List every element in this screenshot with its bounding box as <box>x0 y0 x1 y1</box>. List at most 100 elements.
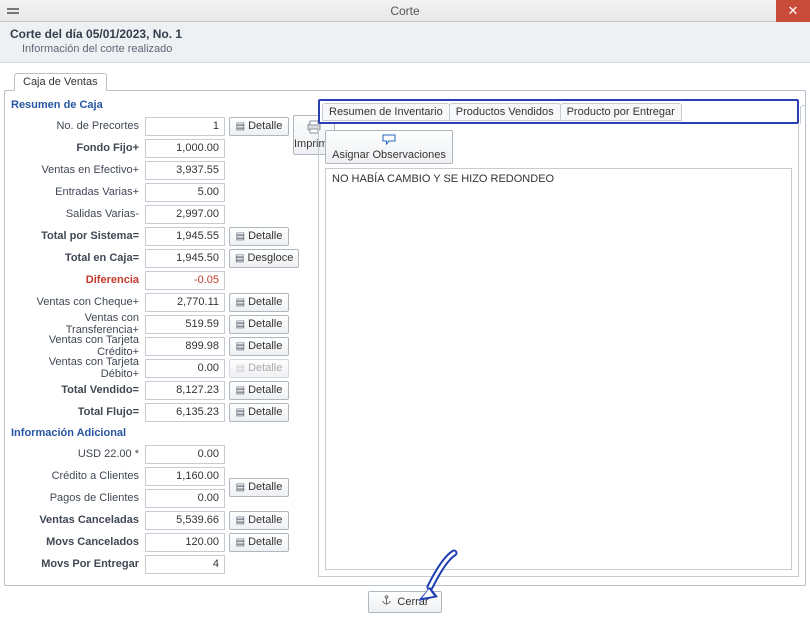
input-entradas-varias[interactable] <box>145 183 225 202</box>
detail-icon: ▤ <box>236 385 245 396</box>
cerrar-button[interactable]: Cerrar <box>368 591 441 613</box>
tab-resumen-inventario[interactable]: Resumen de Inventario <box>322 103 450 121</box>
label-total-caja: Total en Caja= <box>11 252 145 264</box>
section-resumen-caja: Resumen de Caja <box>11 99 306 111</box>
input-movs-entregar[interactable] <box>145 555 225 574</box>
row-tarjeta-debito: Ventas con Tarjeta Débito+ ▤Detalle <box>11 357 306 379</box>
label-pagos-clientes: Pagos de Clientes <box>11 492 145 504</box>
system-menu-icon <box>6 4 20 18</box>
input-total-caja[interactable] <box>145 249 225 268</box>
btn-label: Asignar Observaciones <box>332 149 446 161</box>
detalle-precortes-button[interactable]: ▤ Detalle <box>229 117 289 136</box>
row-ventas-efectivo: Ventas en Efectivo+ <box>11 159 306 181</box>
label-movs-entregar: Movs Por Entregar <box>11 558 145 570</box>
detail-icon: ▤ <box>236 482 245 493</box>
input-total-flujo[interactable] <box>145 403 225 422</box>
input-ventas-transfer[interactable] <box>145 315 225 334</box>
window-titlebar: Corte ✕ <box>0 0 810 22</box>
close-icon: ✕ <box>788 3 799 19</box>
label-ventas-transfer: Ventas con Transferencia+ <box>11 312 145 336</box>
btn-label: Detalle <box>248 384 282 396</box>
header-band: Corte del día 05/01/2023, No. 1 Informac… <box>0 22 810 63</box>
detalle-transfer-button[interactable]: ▤Detalle <box>229 315 289 334</box>
left-column: Resumen de Caja No. de Precortes ▤ Detal… <box>11 99 306 577</box>
input-ventas-canceladas[interactable] <box>145 511 225 530</box>
page-title: Corte del día 05/01/2023, No. 1 <box>10 27 800 41</box>
label-usd: USD 22.00 * <box>11 448 145 460</box>
speech-bubble-icon <box>382 134 396 148</box>
input-credito-clientes[interactable] <box>145 467 225 486</box>
detalle-movs-cancelados-button[interactable]: ▤Detalle <box>229 533 289 552</box>
label-ventas-cheque: Ventas con Cheque+ <box>11 296 145 308</box>
detail-icon: ▤ <box>236 341 245 352</box>
btn-label: Detalle <box>248 536 282 548</box>
input-tarjeta-credito[interactable] <box>145 337 225 356</box>
row-pagos-clientes: Pagos de Clientes <box>11 487 225 509</box>
label-tarjeta-credito: Ventas con Tarjeta Crédito+ <box>11 334 145 358</box>
asignar-observaciones-button[interactable]: Asignar Observaciones <box>325 130 453 164</box>
label-ventas-efectivo: Ventas en Efectivo+ <box>11 164 145 176</box>
row-entradas-varias: Entradas Varias+ <box>11 181 306 203</box>
row-total-vendido: Total Vendido= ▤Detalle <box>11 379 306 401</box>
label-ventas-canceladas: Ventas Canceladas <box>11 514 145 526</box>
input-usd[interactable] <box>145 445 225 464</box>
input-total-sistema[interactable] <box>145 227 225 246</box>
btn-label: Detalle <box>248 514 282 526</box>
row-usd: USD 22.00 * <box>11 443 306 465</box>
detail-icon: ▤ <box>236 363 245 374</box>
detalle-total-vendido-button[interactable]: ▤Detalle <box>229 381 289 400</box>
row-total-caja: Total en Caja= ▤Desgloce <box>11 247 306 269</box>
label-precortes: No. de Precortes <box>11 120 145 132</box>
row-total-sistema: Total por Sistema= ▤Detalle <box>11 225 306 247</box>
detail-icon: ▤ <box>235 253 244 264</box>
btn-label: Desgloce <box>247 252 293 264</box>
input-diferencia[interactable] <box>145 271 225 290</box>
tab-observaciones[interactable]: Observaciones <box>800 105 806 124</box>
detalle-cheque-button[interactable]: ▤Detalle <box>229 293 289 312</box>
main-tabs: Caja de Ventas <box>4 71 806 91</box>
input-fondo-fijo[interactable] <box>145 139 225 158</box>
input-tarjeta-debito[interactable] <box>145 359 225 378</box>
btn-label: Detalle <box>248 318 282 330</box>
observaciones-textarea[interactable] <box>325 168 792 570</box>
detail-icon: ▤ <box>236 537 245 548</box>
btn-label: Cerrar <box>397 596 428 608</box>
input-precortes[interactable] <box>145 117 225 136</box>
label-total-vendido: Total Vendido= <box>11 384 145 396</box>
input-ventas-cheque[interactable] <box>145 293 225 312</box>
right-tabs-highlight: Resumen de Inventario Productos Vendidos… <box>318 99 799 124</box>
btn-label: Detalle <box>248 120 282 132</box>
desgloce-button[interactable]: ▤Desgloce <box>229 249 299 268</box>
tab-productos-vendidos[interactable]: Productos Vendidos <box>449 103 561 121</box>
row-ventas-cheque: Ventas con Cheque+ ▤Detalle <box>11 291 306 313</box>
btn-label: Detalle <box>248 230 282 242</box>
row-diferencia: Diferencia <box>11 269 306 291</box>
label-total-sistema: Total por Sistema= <box>11 230 145 242</box>
detalle-total-sistema-button[interactable]: ▤Detalle <box>229 227 289 246</box>
tab-caja-ventas[interactable]: Caja de Ventas <box>14 73 107 91</box>
label-fondo-fijo: Fondo Fijo+ <box>11 142 145 154</box>
detalle-tcredito-button[interactable]: ▤Detalle <box>229 337 289 356</box>
input-movs-cancelados[interactable] <box>145 533 225 552</box>
section-info-adicional: Información Adicional <box>11 427 306 439</box>
detalle-ventas-canceladas-button[interactable]: ▤Detalle <box>229 511 289 530</box>
row-precortes: No. de Precortes ▤ Detalle <box>11 115 289 137</box>
row-ventas-canceladas: Ventas Canceladas ▤Detalle <box>11 509 306 531</box>
btn-label: Detalle <box>248 340 282 352</box>
input-ventas-efectivo[interactable] <box>145 161 225 180</box>
input-salidas-varias[interactable] <box>145 205 225 224</box>
detalle-total-flujo-button[interactable]: ▤Detalle <box>229 403 289 422</box>
detalle-clientes-button[interactable]: ▤ Detalle <box>229 478 289 497</box>
input-total-vendido[interactable] <box>145 381 225 400</box>
tab-producto-entregar[interactable]: Producto por Entregar <box>560 103 682 121</box>
input-pagos-clientes[interactable] <box>145 489 225 508</box>
row-movs-cancelados: Movs Cancelados ▤Detalle <box>11 531 306 553</box>
main-panel: Resumen de Caja No. de Precortes ▤ Detal… <box>4 90 806 586</box>
btn-label: Detalle <box>248 296 282 308</box>
label-movs-cancelados: Movs Cancelados <box>11 536 145 548</box>
footer: Cerrar <box>4 586 806 618</box>
window-close-button[interactable]: ✕ <box>776 0 810 22</box>
right-column: Resumen de Inventario Productos Vendidos… <box>318 99 799 577</box>
label-entradas-varias: Entradas Varias+ <box>11 186 145 198</box>
row-ventas-transfer: Ventas con Transferencia+ ▤Detalle <box>11 313 306 335</box>
